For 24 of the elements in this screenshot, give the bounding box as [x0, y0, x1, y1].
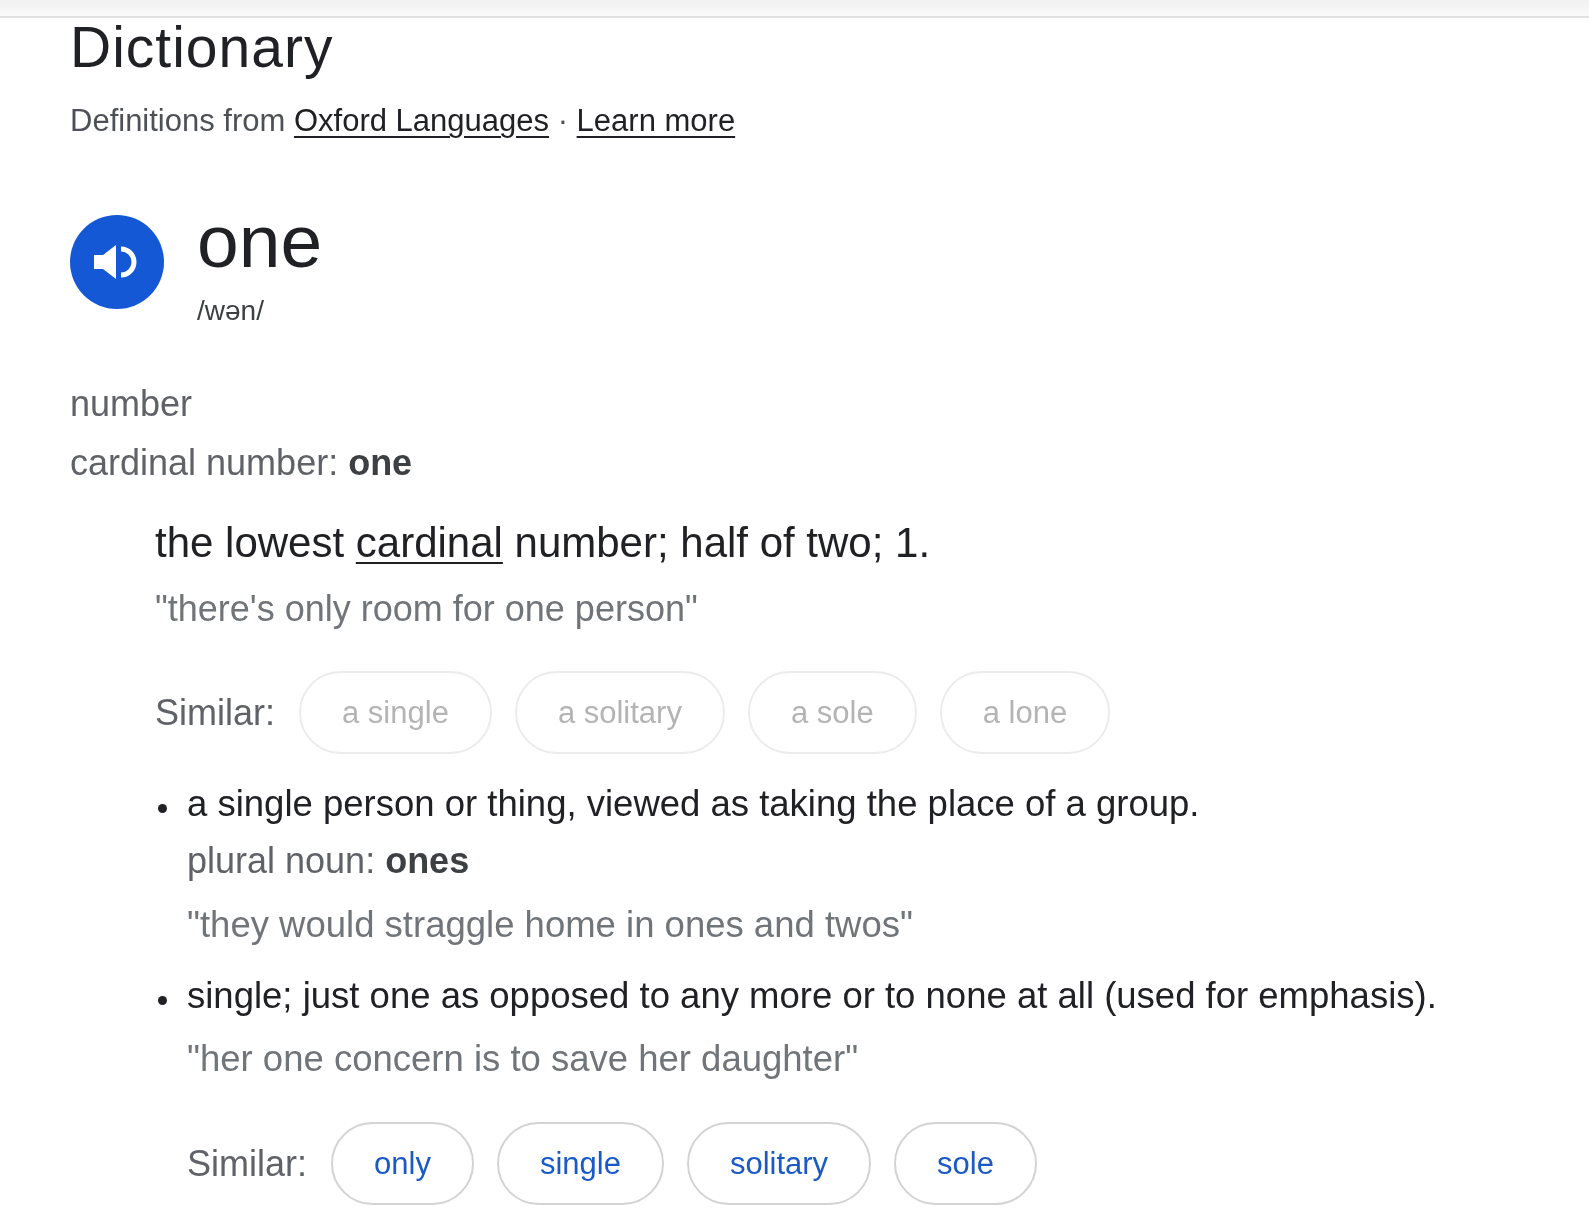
source-link[interactable]: Oxford Languages	[293, 103, 550, 138]
definition-text: single; just one as opposed to any more or to none at all (used for emphasis).	[187, 974, 1437, 1018]
headword: one	[197, 201, 323, 281]
source-line: Definitions from Oxford Languages · Learn more	[70, 102, 736, 140]
synonym-chip[interactable]: only	[331, 1122, 474, 1205]
bullet-icon	[158, 804, 167, 813]
similar-label: Similar:	[155, 690, 275, 735]
example-sentence: "they would straggle home in ones and twos"	[187, 903, 913, 947]
word-form: plural noun: ones	[187, 839, 470, 883]
pronunciation: /wən/	[197, 294, 264, 328]
word-link[interactable]: cardinal	[355, 519, 503, 566]
word-form: cardinal number: one	[70, 441, 413, 485]
synonym-chip[interactable]: sole	[894, 1122, 1037, 1205]
bullet-icon	[158, 996, 167, 1005]
part-of-speech: number	[70, 382, 193, 426]
example-sentence: "her one concern is to save her daughter"	[187, 1037, 859, 1081]
source-link[interactable]: Learn more	[576, 103, 736, 138]
definition-text: the lowest cardinal number; half of two; 1.	[155, 518, 931, 568]
definition-text: a single person or thing, viewed as taking the place of a group.	[187, 782, 1200, 826]
example-sentence: "there's only room for one person"	[155, 587, 698, 631]
similar-label: Similar:	[187, 1141, 307, 1186]
synonym-chip[interactable]: solitary	[686, 1122, 872, 1205]
section-title: Dictionary	[70, 15, 334, 79]
synonym-chip[interactable]: single	[496, 1122, 664, 1205]
